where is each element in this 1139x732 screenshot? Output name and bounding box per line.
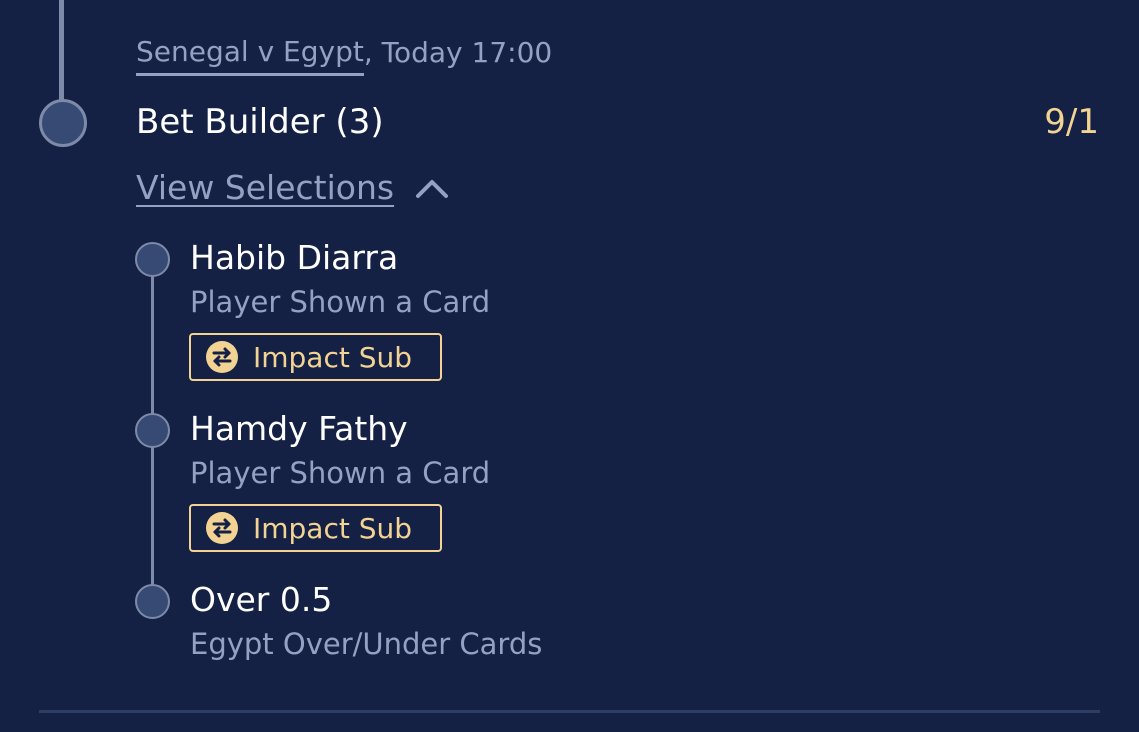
bet-timeline-node <box>39 99 87 147</box>
view-selections-toggle[interactable]: View Selections <box>136 168 450 207</box>
selection-name: Over 0.5 <box>190 580 333 619</box>
impact-sub-label: Impact Sub <box>253 511 413 545</box>
chevron-up-icon <box>416 179 449 198</box>
selection-node <box>135 584 170 619</box>
match-info: Senegal v Egypt , Today 17:00 <box>136 30 553 76</box>
match-link[interactable]: Senegal v Egypt <box>136 35 364 76</box>
match-time: , Today 17:00 <box>363 35 553 69</box>
bet-timeline-line <box>59 0 64 100</box>
selection-name: Habib Diarra <box>190 238 399 277</box>
selection-name: Hamdy Fathy <box>190 409 408 448</box>
selection-market: Player Shown a Card <box>190 285 491 319</box>
selection-node <box>135 242 170 277</box>
selection-market: Egypt Over/Under Cards <box>190 627 543 661</box>
selection-node <box>135 413 170 448</box>
bet-odds: 9/1 <box>1044 102 1099 142</box>
bet-title: Bet Builder (3) <box>136 102 384 142</box>
selection-market: Player Shown a Card <box>190 456 491 490</box>
impact-sub-label: Impact Sub <box>253 340 413 374</box>
view-selections-label: View Selections <box>136 168 395 207</box>
impact-sub-badge[interactable]: Impact Sub <box>189 504 442 552</box>
impact-sub-badge[interactable]: Impact Sub <box>189 333 442 381</box>
section-divider <box>39 710 1100 713</box>
swap-arrows-icon <box>206 512 238 544</box>
swap-arrows-icon <box>206 341 238 373</box>
